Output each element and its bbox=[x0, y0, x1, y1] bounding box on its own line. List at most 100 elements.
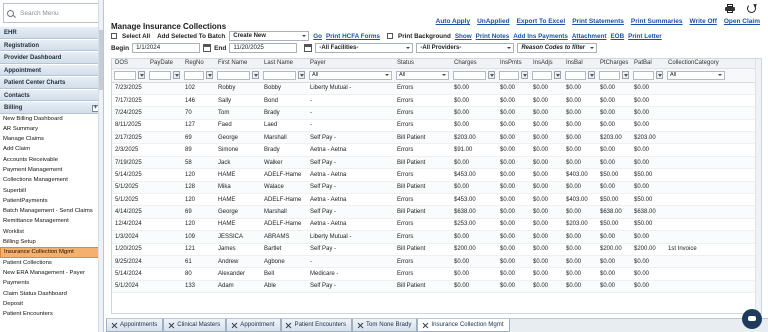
print-statements-link[interactable]: Print Statements bbox=[572, 18, 624, 25]
payer-filter-select[interactable]: All bbox=[309, 70, 392, 80]
eob-link[interactable]: EOB bbox=[610, 33, 624, 40]
sidebar-section-provider-dashboard[interactable]: Provider Dashboard bbox=[0, 51, 103, 64]
column-header[interactable]: InsAdjs bbox=[530, 59, 563, 69]
funnel-icon[interactable] bbox=[138, 71, 145, 79]
table-row[interactable]: 5/1/2024 133 Adam Able Self Pay - Bill Patien… bbox=[112, 280, 761, 294]
table-row[interactable]: 5/14/2025 120 HAME ADELF-Hame Aetna - Aetna E… bbox=[112, 168, 761, 182]
sidebar-section-billing[interactable]: Billing + bbox=[0, 101, 103, 114]
sidebar-item-add-claim[interactable]: Add Claim bbox=[0, 144, 103, 154]
sidebar-item-batch-management[interactable]: Batch Management - Send Claims bbox=[0, 206, 103, 216]
facilities-select[interactable]: -All Facilities- bbox=[315, 43, 414, 53]
sidebar-item-worklist[interactable]: Worklist bbox=[0, 227, 103, 237]
table-row[interactable]: 12/4/2024 120 HAME ADELF-Hame Aetna - Aetna E… bbox=[112, 218, 761, 232]
print-notes-link[interactable]: Print Notes bbox=[476, 33, 510, 40]
sidebar-item-patient-encounters[interactable]: Patient Encounters bbox=[0, 309, 103, 319]
filter-input[interactable] bbox=[453, 70, 486, 80]
table-row[interactable]: 2/3/2025 89 Simone Brady Aetna - Aetna Errors… bbox=[112, 143, 761, 157]
search-input[interactable]: Search Menu bbox=[3, 3, 100, 23]
sidebar-item-claim-status-dashboard[interactable]: Claim Status Dashboard bbox=[0, 289, 103, 299]
sidebar-item-insurance-collection-mgmt[interactable]: Insurance Collection Mgmt bbox=[0, 247, 103, 258]
sidebar-item-superbill[interactable]: Superbill bbox=[0, 186, 103, 196]
table-row[interactable]: 5/1/2025 128 Mika Walace Self Pay - Bill Pati… bbox=[112, 181, 761, 195]
tab-appointment[interactable]: Appointment bbox=[226, 319, 281, 332]
sidebar-item-patient-payments[interactable]: PatientPayments bbox=[0, 196, 103, 206]
funnel-icon[interactable] bbox=[588, 71, 595, 79]
funnel-icon[interactable] bbox=[298, 71, 305, 79]
sidebar-item-remittance-management[interactable]: Remittance Management bbox=[0, 216, 103, 226]
add-ins-payments-link[interactable]: Add Ins Payments bbox=[513, 33, 568, 40]
filter-input[interactable] bbox=[184, 70, 204, 80]
table-row[interactable]: 7/19/2025 58 Jack Walker Self Pay - Bill Pati… bbox=[112, 156, 761, 170]
column-header[interactable]: First Name bbox=[215, 59, 261, 69]
sidebar-item-billing-setup[interactable]: Billing Setup bbox=[0, 237, 103, 247]
scrollbar-thumb[interactable] bbox=[99, 30, 103, 90]
table-row[interactable]: 8/11/2025 127 Faed Laed - Errors $0.00 $0.00 $0.… bbox=[112, 119, 761, 133]
column-header[interactable]: PatBal bbox=[631, 59, 665, 69]
end-date-input[interactable]: 11/20/2025 bbox=[229, 43, 298, 53]
column-header[interactable]: Status bbox=[394, 59, 451, 69]
reason-codes-select[interactable]: Reason Codes to filter bbox=[517, 43, 598, 53]
column-header[interactable]: InsPmts bbox=[497, 59, 530, 69]
funnel-icon[interactable] bbox=[488, 71, 495, 79]
table-row[interactable]: 7/23/2025 102 Robby Bobby Liberty Mutual - Er… bbox=[112, 82, 761, 95]
sidebar-item-new-billing-dashboard[interactable]: New Billing Dashboard bbox=[0, 114, 103, 124]
filter-input[interactable] bbox=[217, 70, 250, 80]
column-header[interactable]: PayDate bbox=[147, 59, 182, 69]
table-row[interactable]: 9/25/2024 61 Andrew Agbone - Errors $0.00 $0.00… bbox=[112, 255, 761, 269]
print-letter-link[interactable]: Print Letter bbox=[628, 33, 662, 40]
funnel-icon[interactable] bbox=[173, 71, 180, 79]
auto-apply-link[interactable]: Auto Apply bbox=[436, 18, 470, 25]
column-header[interactable]: CollectionCategory bbox=[665, 59, 761, 69]
sidebar-item-patient-collections[interactable]: Patient Collections bbox=[0, 258, 103, 268]
table-row[interactable]: 1/20/2025 121 James Bartlet Self Pay - Bill P… bbox=[112, 243, 761, 256]
column-header[interactable]: InsBal bbox=[563, 59, 597, 69]
printer-icon[interactable] bbox=[725, 4, 735, 13]
tab-appointments[interactable]: Appointments bbox=[106, 319, 164, 332]
filter-input[interactable] bbox=[263, 70, 296, 80]
tab-clinical-masters[interactable]: Clinical Masters bbox=[163, 319, 227, 332]
sidebar-item-accounts-receivable[interactable]: Accounts Receivable bbox=[0, 155, 103, 165]
table-row[interactable]: 5/1/2025 120 HAME ADELF-Hame Aetna - Aetna Er… bbox=[112, 193, 761, 207]
column-header[interactable]: Payer bbox=[307, 59, 394, 69]
providers-select[interactable]: -All Providers- bbox=[416, 43, 515, 53]
calendar-icon[interactable] bbox=[203, 44, 212, 52]
select-all-checkbox[interactable] bbox=[111, 33, 117, 39]
sidebar-section-ehr[interactable]: EHR bbox=[0, 26, 103, 39]
table-row[interactable]: 4/14/2025 69 George Marshall Self Pay - Bill … bbox=[112, 205, 761, 219]
funnel-icon[interactable] bbox=[554, 71, 561, 79]
attachment-link[interactable]: Attachment bbox=[572, 33, 607, 40]
funnel-icon[interactable] bbox=[521, 71, 528, 79]
begin-date-input[interactable]: 1/1/2024 bbox=[132, 43, 201, 53]
batch-select[interactable]: Create New bbox=[229, 31, 310, 41]
grid-scrollbar[interactable] bbox=[755, 59, 761, 313]
close-icon[interactable] bbox=[168, 322, 174, 328]
filter-input[interactable] bbox=[599, 70, 620, 80]
category-filter-select[interactable]: All bbox=[667, 70, 725, 80]
close-icon[interactable] bbox=[357, 322, 363, 328]
table-row[interactable]: 1/3/2024 109 JESSICA ABRAMS Liberty Mutual -… bbox=[112, 230, 761, 244]
sidebar-item-ar-summary[interactable]: AR Summary bbox=[0, 124, 103, 134]
table-row[interactable]: 7/24/2025 70 Tom Brady - Errors $0.00 $0.00 $0.0… bbox=[112, 106, 761, 120]
column-header[interactable]: PtCharges bbox=[597, 59, 631, 69]
open-claim-link[interactable]: Open Claim bbox=[724, 18, 760, 25]
export-to-excel-link[interactable]: Export To Excel bbox=[517, 18, 566, 25]
close-icon[interactable] bbox=[111, 322, 117, 328]
close-icon[interactable] bbox=[422, 322, 428, 328]
print-hcfa-forms-link[interactable]: Print HCFA Forms bbox=[326, 33, 380, 40]
funnel-icon[interactable] bbox=[622, 71, 629, 79]
table-row[interactable]: 2/17/2025 69 George Marshall Self Pay - Bill … bbox=[112, 131, 761, 145]
go-link[interactable]: Go bbox=[313, 33, 322, 40]
filter-input[interactable] bbox=[149, 70, 171, 80]
sidebar-section-appointment[interactable]: Appointment bbox=[0, 63, 103, 76]
close-icon[interactable] bbox=[286, 322, 292, 328]
sidebar-item-deposit[interactable]: Deposit bbox=[0, 299, 103, 309]
filter-input[interactable] bbox=[633, 70, 654, 80]
funnel-icon[interactable] bbox=[252, 71, 259, 79]
column-header[interactable]: DOS bbox=[112, 59, 147, 69]
print-summaries-link[interactable]: Print Summaries bbox=[631, 18, 683, 25]
column-header[interactable]: Last Name bbox=[261, 59, 307, 69]
funnel-icon[interactable] bbox=[206, 71, 213, 79]
table-row[interactable]: 7/17/2025 146 Sally Bond - Errors $0.00 $0.00 $0… bbox=[112, 94, 761, 108]
sidebar-section-registration[interactable]: Registration bbox=[0, 38, 103, 51]
tab-patient-encounters[interactable]: Patient Encounters bbox=[280, 319, 352, 332]
